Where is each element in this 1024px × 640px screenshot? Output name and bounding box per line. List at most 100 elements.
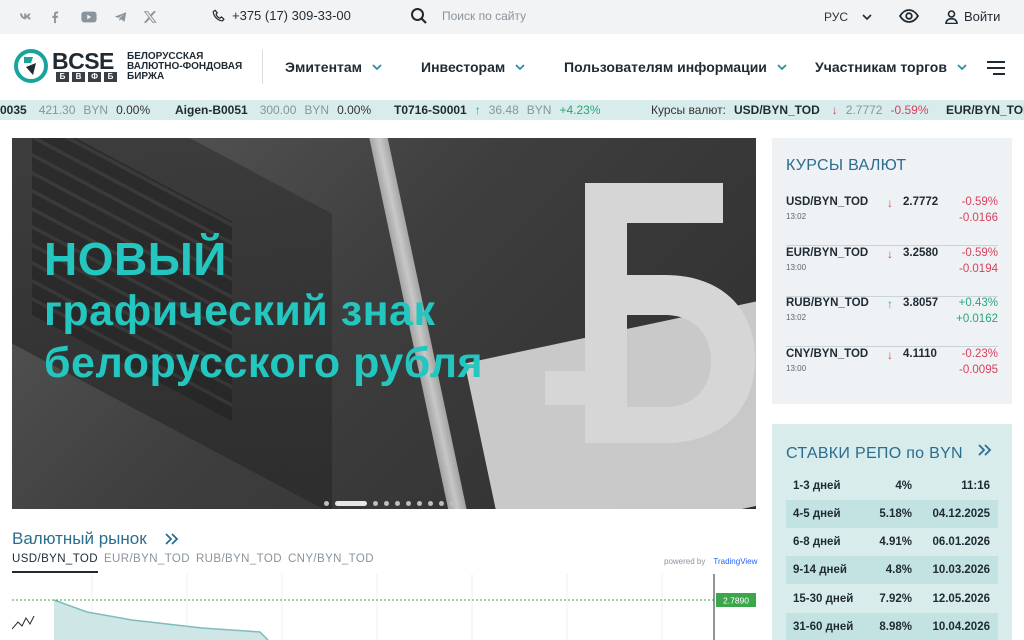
tradingview-link[interactable]: TradingView [713,557,757,566]
ticker-item[interactable]: T0716-S0001 ↑ 36.48 BYN +4.23% [394,103,601,117]
tab-eur[interactable]: EUR/BYN_TOD [104,553,190,573]
rate-time: 13:02 [786,313,807,322]
double-chevron-right-icon[interactable] [165,533,179,545]
repo-date: 04.12.2025 [932,508,990,520]
rate-pair: USD/BYN_TOD [786,196,869,208]
tab-rub[interactable]: RUB/BYN_TOD [196,553,282,573]
rate-pair: RUB/BYN_TOD [786,297,869,309]
exchange-rates-panel: КУРСЫ ВАЛЮТ USD/BYN_TOD 13:02 ↓ 2.7772 -… [772,138,1012,404]
hero-banner[interactable]: НОВЫЙ графический знак белорусского рубл… [12,138,756,509]
ticker-fx[interactable]: EUR/BYN_TOD [946,103,1024,117]
rate-value: 4.1110 [903,348,937,360]
rate-row[interactable]: RUB/BYN_TOD 13:02 ↑ 3.8057 +0.43% +0.016… [786,297,998,347]
logo-full-name: БЕЛОРУССКАЯ ВАЛЮТНО-ФОНДОВАЯ БИРЖА [127,52,267,82]
logo-letter: Ф [88,72,101,82]
telegram-icon[interactable] [113,9,129,25]
ticker-value: 36.48 [488,103,519,117]
phone-number: +375 (17) 309-33-00 [232,8,351,23]
repo-term: 1-3 дней [793,480,841,492]
slider-dot[interactable] [428,501,433,506]
youtube-icon[interactable] [80,9,98,25]
ticker-item[interactable]: 0035 421.30 BYN 0.00% [0,103,150,117]
language-select[interactable]: РУС [824,10,872,24]
accessibility-eye-icon[interactable] [898,8,920,29]
logo-letters: Б В Ф Б [56,72,117,82]
phone-contact[interactable]: +375 (17) 309-33-00 [212,8,351,23]
bcse-logo[interactable]: BCSE Б В Ф Б БЕЛОРУССКАЯ ВАЛЮТНО-ФОНДОВА… [14,48,242,83]
facebook-icon[interactable] [47,9,63,25]
rate-change: -0.0166 [958,212,998,224]
nav-trading-participants[interactable]: Участникам торгов [815,59,967,75]
slider-dot[interactable] [450,501,455,506]
tab-cny[interactable]: CNY/BYN_TOD [288,553,374,573]
slider-dot[interactable] [384,501,389,506]
rate-row[interactable]: USD/BYN_TOD 13:02 ↓ 2.7772 -0.59% -0.016… [786,196,998,246]
nav-issuers[interactable]: Эмитентам [285,59,382,75]
repo-row[interactable]: 9-14 дней 4.8% 10.03.2026 [786,556,998,584]
slider-dot[interactable] [406,501,411,506]
ticker-fx[interactable]: Курсы валют: USD/BYN_TOD ↓ 2.7772 -0.59% [651,103,929,117]
rate-pair: EUR/BYN_TOD [786,247,869,259]
arrow-up-icon: ↑ [887,297,893,311]
user-icon [945,9,958,24]
logo-mark-icon [14,49,48,83]
slider-dot[interactable] [324,501,329,506]
x-icon[interactable] [142,9,158,25]
ticker-code: T0716-S0001 [394,103,467,117]
chart-mini-line [12,615,35,630]
powered-by-label: powered by [664,557,706,566]
nav-info-users[interactable]: Пользователям информации [564,59,787,75]
repo-row[interactable]: 4-5 дней 5.18% 04.12.2025 [786,500,998,528]
slider-dot[interactable] [439,501,444,506]
vk-icon[interactable] [18,9,34,25]
repo-term: 6-8 дней [793,536,841,548]
ticker-fx-label: Курсы валют: [651,103,726,117]
arrow-down-icon: ↓ [887,247,893,261]
repo-rate: 8.98% [879,621,912,633]
arrow-down-icon: ↓ [887,196,893,210]
banner-headline: НОВЫЙ графический знак белорусского рубл… [44,233,483,389]
site-search[interactable]: Поиск по сайту [410,7,526,25]
quotes-ticker: 0035 421.30 BYN 0.00% Aigen-B0051 300.00… [0,100,1024,120]
chevron-down-icon [372,64,382,70]
repo-term: 31-60 дней [793,621,854,633]
repo-row[interactable]: 31-60 дней 8.98% 10.04.2026 [786,613,998,640]
rate-percent: -0.59% [961,196,998,208]
arrow-down-icon: ↓ [831,103,838,117]
banner-line-1: НОВЫЙ [44,233,227,285]
double-chevron-right-icon[interactable] [978,444,992,456]
repo-term: 15-30 дней [793,593,854,605]
nav-label: Пользователям информации [564,59,767,75]
slider-dots[interactable] [324,501,455,506]
login-button[interactable]: Войти [945,9,1000,24]
market-chart[interactable]: 2.7890 [12,574,756,640]
slider-dot[interactable] [373,501,378,506]
slider-dot[interactable] [417,501,422,506]
search-input[interactable]: Поиск по сайту [442,9,526,23]
slider-dot-active[interactable] [335,501,367,506]
menu-burger-icon[interactable] [987,61,1005,79]
rates-title: КУРСЫ ВАЛЮТ [786,157,907,174]
ticker-change: +4.23% [559,103,601,117]
repo-row[interactable]: 1-3 дней 4% 11:16 [786,472,998,500]
repo-row[interactable]: 15-30 дней 7.92% 12.05.2026 [786,585,998,613]
repo-term: 4-5 дней [793,508,841,520]
ticker-currency: BYN [526,103,552,117]
tab-usd[interactable]: USD/BYN_TOD [12,553,98,573]
currency-market-title[interactable]: Валютный рынок [12,529,179,549]
repo-row[interactable]: 6-8 дней 4.91% 06.01.2026 [786,528,998,556]
slider-dot[interactable] [395,501,400,506]
rate-row[interactable]: EUR/BYN_TOD 13:00 ↓ 3.2580 -0.59% -0.019… [786,247,998,297]
logo-letter: Б [56,72,69,82]
search-icon[interactable] [410,7,428,25]
rate-percent: -0.59% [961,247,998,259]
nav-label: Участникам торгов [815,59,947,75]
arrow-up-icon: ↑ [474,103,481,117]
chevron-down-icon [862,13,872,20]
rate-percent: +0.43% [958,297,998,309]
nav-investors[interactable]: Инвесторам [421,59,525,75]
rate-row[interactable]: CNY/BYN_TOD 13:00 ↓ 4.1110 -0.23% -0.009… [786,348,998,398]
repo-rate: 4.91% [879,536,912,548]
ticker-item[interactable]: Aigen-B0051 300.00 BYN 0.00% [175,103,371,117]
rate-change: -0.0194 [958,263,998,275]
